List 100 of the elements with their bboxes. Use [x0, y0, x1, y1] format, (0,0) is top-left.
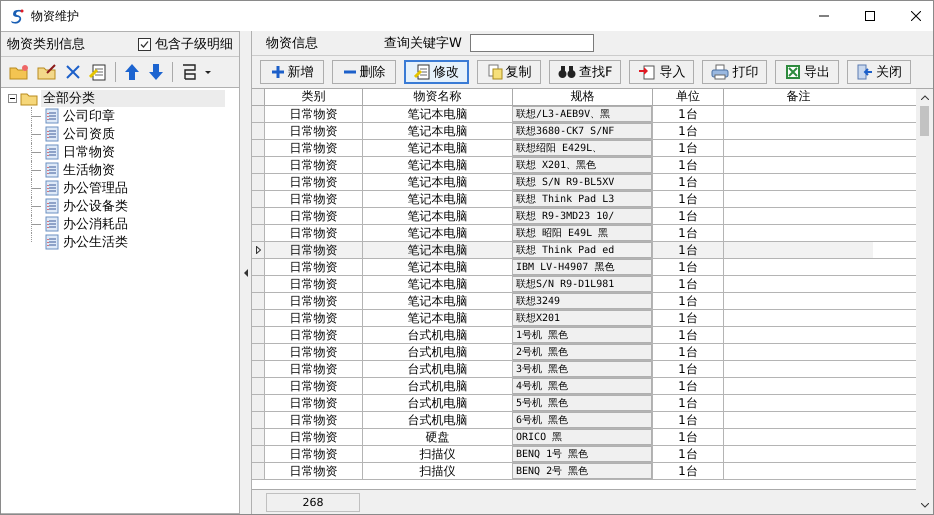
table-row[interactable]: 日常物资 笔记本电脑 联想X201 1台: [252, 310, 916, 327]
table-row[interactable]: 日常物资 台式机电脑 1号机 黑色 1台: [252, 327, 916, 344]
column-header[interactable]: 单位: [652, 89, 723, 105]
tree-item[interactable]: 全部分类: [41, 90, 225, 107]
table-cell: 3号机 黑色: [512, 361, 652, 377]
tree-item[interactable]: 日常物资: [61, 143, 117, 161]
document-icon: [43, 108, 59, 124]
table-cell: 1台: [652, 327, 723, 343]
table-cell: 1台: [652, 412, 723, 428]
table-row[interactable]: 日常物资 扫描仪 BENQ 2号 黑色 1台: [252, 463, 916, 480]
table-cell: 1台: [652, 463, 723, 479]
table-row[interactable]: 日常物资 笔记本电脑 IBM LV-H4907 黑色 1台: [252, 259, 916, 276]
scroll-down-icon[interactable]: [920, 503, 928, 508]
table-cell: 1号机 黑色: [512, 327, 652, 343]
tree-item[interactable]: 办公管理品: [61, 179, 130, 197]
toolbar-button[interactable]: 查找F: [549, 60, 622, 84]
table-row[interactable]: 日常物资 笔记本电脑 联想3680-CK7 S/NF 1台: [252, 123, 916, 140]
binoculars-icon: [558, 65, 576, 79]
delete-icon[interactable]: [65, 64, 81, 80]
tree-item[interactable]: 办公设备类: [61, 197, 130, 215]
tree-item[interactable]: 公司印章: [61, 107, 117, 125]
import-icon: [638, 64, 656, 80]
toolbar-button[interactable]: 导入: [629, 60, 694, 84]
tree-item[interactable]: 公司资质: [61, 125, 117, 143]
header-corner: [252, 89, 264, 105]
tree-item[interactable]: 办公消耗品: [61, 215, 130, 233]
table-row[interactable]: 日常物资 台式机电脑 3号机 黑色 1台: [252, 361, 916, 378]
table-row[interactable]: 日常物资 台式机电脑 5号机 黑色 1台: [252, 395, 916, 412]
toolbar-button[interactable]: 导出: [775, 60, 840, 84]
table-cell: 1台: [652, 140, 723, 156]
collapse-toggle-icon[interactable]: [8, 94, 17, 103]
table-row[interactable]: 日常物资 扫描仪 BENQ 1号 黑色 1台: [252, 446, 916, 463]
panel-title: 物资类别信息: [7, 36, 85, 53]
table-cell: 1台: [652, 259, 723, 275]
scroll-up-icon[interactable]: [920, 95, 928, 100]
folder-icon: [20, 92, 38, 106]
tree-item[interactable]: 生活物资: [61, 161, 117, 179]
table-cell: 联想S/N R9-D1L981: [512, 276, 652, 292]
table-row[interactable]: 日常物资 笔记本电脑 联想 Think Pad L3 1台: [252, 191, 916, 208]
table-cell: 1台: [652, 191, 723, 207]
table-cell: 联想3680-CK7 S/NF: [512, 123, 652, 139]
column-header[interactable]: 物资名称: [362, 89, 512, 105]
table-cell: 1台: [652, 242, 723, 258]
table-row[interactable]: 日常物资 笔记本电脑 联想 X201、黑色 1台: [252, 157, 916, 174]
table-row[interactable]: 日常物资 硬盘 ORICO 黑 1台: [252, 429, 916, 446]
table-row[interactable]: 日常物资 笔记本电脑 联想 S/N R9-BL5XV 1台: [252, 174, 916, 191]
table-row[interactable]: 日常物资 笔记本电脑 联想 Think Pad ed 1台: [252, 242, 916, 259]
table-row[interactable]: 日常物资 台式机电脑 4号机 黑色 1台: [252, 378, 916, 395]
row-selector[interactable]: [252, 242, 264, 258]
table-cell: 1台: [652, 106, 723, 122]
table-cell: BENQ 1号 黑色: [512, 446, 652, 462]
collapse-arrow-icon[interactable]: [244, 268, 248, 276]
table-cell: 联想绍阳 E429L、: [512, 140, 652, 156]
table-row[interactable]: 日常物资 台式机电脑 2号机 黑色 1台: [252, 344, 916, 361]
panel-title: 物资信息: [266, 35, 319, 52]
table-row[interactable]: 日常物资 笔记本电脑 联想3249 1台: [252, 293, 916, 310]
table-cell: 1台: [652, 429, 723, 445]
close-icon[interactable]: [911, 11, 921, 21]
checkbox[interactable]: [138, 38, 151, 50]
tree-item[interactable]: 办公生活类: [61, 233, 130, 251]
table-row[interactable]: 日常物资 台式机电脑 6号机 黑色 1台: [252, 412, 916, 429]
table-cell: 日常物资: [264, 378, 362, 394]
column-header[interactable]: 备注: [723, 89, 873, 105]
copy-icon: [486, 64, 502, 80]
hierarchy-dropdown-icon[interactable]: [181, 63, 211, 81]
table-cell: 日常物资: [264, 123, 362, 139]
arrow-down-icon[interactable]: [148, 63, 164, 81]
table-row[interactable]: 日常物资 笔记本电脑 联想S/N R9-D1L981 1台: [252, 276, 916, 293]
table-cell: 日常物资: [264, 412, 362, 428]
table-cell: 1台: [652, 174, 723, 190]
plus-icon: [270, 65, 284, 79]
table-cell: 1台: [652, 123, 723, 139]
toolbar-button[interactable]: 修改: [404, 60, 469, 84]
checkbox-label: 包含子级明细: [155, 36, 233, 53]
table-cell: 日常物资: [264, 446, 362, 462]
column-header[interactable]: 规格: [512, 89, 652, 105]
scrollbar-thumb[interactable]: [920, 106, 929, 136]
table-cell: 1台: [652, 446, 723, 462]
table-row[interactable]: 日常物资 笔记本电脑 联想/L3-AEB9V、黑 1台: [252, 106, 916, 123]
table-cell: 日常物资: [264, 344, 362, 360]
toolbar-button[interactable]: 关闭: [847, 60, 912, 84]
table-cell: 日常物资: [264, 208, 362, 224]
new-folder-icon[interactable]: [9, 64, 29, 80]
document-edit-icon[interactable]: [89, 63, 107, 81]
table-cell: 日常物资: [264, 310, 362, 326]
printer-icon: [711, 64, 730, 80]
edit-folder-icon[interactable]: [37, 64, 57, 80]
table-cell: 日常物资: [264, 106, 362, 122]
maximize-icon[interactable]: [865, 11, 875, 21]
table-row[interactable]: 日常物资 笔记本电脑 联想 R9-3MD23 10/ 1台: [252, 208, 916, 225]
column-header[interactable]: 类别: [264, 89, 362, 105]
toolbar-button[interactable]: 打印: [702, 60, 768, 84]
toolbar-button[interactable]: 复制: [477, 60, 541, 84]
table-cell: BENQ 2号 黑色: [512, 463, 652, 479]
document-icon: [43, 234, 59, 250]
toolbar-button[interactable]: 删除: [332, 60, 396, 84]
arrow-up-icon[interactable]: [124, 63, 140, 81]
toolbar-button[interactable]: 新增: [260, 60, 324, 84]
table-row[interactable]: 日常物资 笔记本电脑 联想绍阳 E429L、 1台: [252, 140, 916, 157]
search-field[interactable]: [470, 34, 594, 52]
